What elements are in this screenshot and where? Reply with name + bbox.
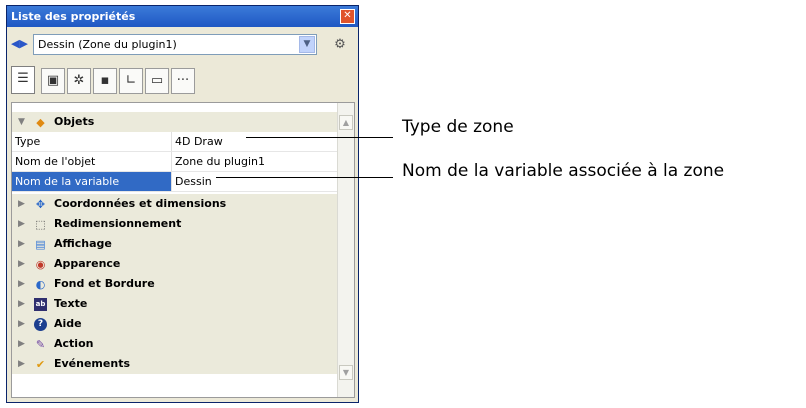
- gear-icon[interactable]: ✲: [67, 68, 91, 94]
- display-icon: ▤: [35, 238, 46, 251]
- callout-line-variable: [216, 177, 393, 178]
- property-row-type[interactable]: Type 4D Draw: [12, 132, 337, 152]
- category-resize[interactable]: ▶ ⬚ Redimensionnement: [12, 214, 337, 234]
- coordinates-icon: ✥: [35, 198, 46, 211]
- property-key: Type: [15, 135, 41, 148]
- category-display[interactable]: ▶ ▤ Affichage: [12, 234, 337, 254]
- category-appearance[interactable]: ▶ ◉ Apparence: [12, 254, 337, 274]
- scroll-down-icon[interactable]: ▼: [339, 365, 353, 380]
- text-icon: ab: [34, 298, 47, 311]
- property-value[interactable]: Zone du plugin1: [175, 152, 265, 172]
- category-events[interactable]: ▶ ✔ Evénements: [12, 354, 337, 374]
- callout-variable-label: Nom de la variable associée à la zone: [402, 161, 725, 181]
- background-border-icon: ◐: [35, 278, 46, 291]
- category-label: Texte: [54, 297, 88, 310]
- expand-triangle-icon[interactable]: ▶: [18, 334, 25, 354]
- appearance-icon: ◉: [35, 258, 46, 271]
- vertical-scrollbar[interactable]: ▲ ▼: [337, 103, 354, 397]
- property-value[interactable]: 4D Draw: [175, 132, 223, 152]
- callout-line-type: [246, 137, 393, 138]
- expand-triangle-icon[interactable]: ▶: [18, 354, 25, 374]
- more-icon[interactable]: ···: [171, 68, 195, 94]
- form-icon[interactable]: ▣: [41, 68, 65, 94]
- category-background-border[interactable]: ▶ ◐ Fond et Bordure: [12, 274, 337, 294]
- category-help[interactable]: ▶ ? Aide: [12, 314, 337, 334]
- property-key: Nom de l'objet: [15, 155, 96, 168]
- objects-cube-icon: ◆: [36, 116, 45, 129]
- scroll-up-icon[interactable]: ▲: [339, 115, 353, 130]
- expand-triangle-icon[interactable]: ▶: [18, 194, 25, 214]
- chart-icon[interactable]: ∟: [119, 68, 143, 94]
- settings-menu-icon[interactable]: ⚙: [329, 36, 351, 53]
- category-text[interactable]: ▶ ab Texte: [12, 294, 337, 314]
- chevron-down-icon[interactable]: ▼: [299, 36, 315, 53]
- help-icon: ?: [34, 318, 47, 331]
- property-list-window: Liste des propriétés ✕ ◀▶ Dessin (Zone d…: [6, 5, 359, 403]
- property-row-variable-name[interactable]: Nom de la variable Dessin: [12, 172, 337, 192]
- property-tabs: ☰ ▣ ✲ ▪ ∟ ▭ ···: [11, 66, 351, 96]
- action-icon: ✎: [35, 338, 46, 351]
- property-key: Nom de la variable: [12, 172, 171, 191]
- category-label: Affichage: [54, 237, 112, 250]
- expand-triangle-icon[interactable]: ▶: [18, 214, 25, 234]
- category-label: Aide: [54, 317, 82, 330]
- monitor-icon[interactable]: ▭: [145, 68, 169, 94]
- expand-triangle-icon[interactable]: ▶: [18, 254, 25, 274]
- category-coordinates[interactable]: ▶ ✥ Coordonnées et dimensions: [12, 194, 337, 214]
- callout-type-label: Type de zone: [402, 117, 514, 137]
- property-list-icon[interactable]: ☰: [11, 66, 35, 94]
- expand-triangle-icon[interactable]: ▶: [18, 294, 25, 314]
- object-selector-row: ◀▶ Dessin (Zone du plugin1) ▼ ⚙: [11, 34, 353, 56]
- category-label: Apparence: [54, 257, 121, 270]
- category-label: Fond et Bordure: [54, 277, 155, 290]
- prev-next-arrows-icon[interactable]: ◀▶: [11, 36, 29, 52]
- expand-triangle-icon[interactable]: ▶: [18, 234, 25, 254]
- category-objets[interactable]: ▼ ◆ Objets: [12, 112, 337, 132]
- resize-icon: ⬚: [35, 218, 46, 231]
- category-label: Objets: [54, 115, 95, 128]
- close-icon[interactable]: ✕: [340, 9, 355, 24]
- expand-triangle-icon[interactable]: ▶: [18, 314, 25, 334]
- property-value[interactable]: Dessin: [175, 172, 212, 192]
- expand-triangle-icon[interactable]: ▶: [18, 274, 25, 294]
- category-label: Coordonnées et dimensions: [54, 197, 227, 210]
- events-icon: ✔: [35, 358, 46, 371]
- property-row-object-name[interactable]: Nom de l'objet Zone du plugin1: [12, 152, 337, 172]
- collapse-triangle-icon[interactable]: ▼: [18, 112, 25, 132]
- category-label: Evénements: [54, 357, 130, 370]
- object-select[interactable]: Dessin (Zone du plugin1) ▼: [33, 34, 317, 55]
- object-select-value: Dessin (Zone du plugin1): [38, 38, 177, 51]
- objects-icon[interactable]: ▪: [93, 68, 117, 94]
- category-label: Redimensionnement: [54, 217, 182, 230]
- category-action[interactable]: ▶ ✎ Action: [12, 334, 337, 354]
- window-title: Liste des propriétés: [7, 6, 358, 27]
- category-label: Action: [54, 337, 94, 350]
- property-grid: ▼ ◆ Objets Type 4D Draw Nom de l'objet Z…: [11, 102, 355, 398]
